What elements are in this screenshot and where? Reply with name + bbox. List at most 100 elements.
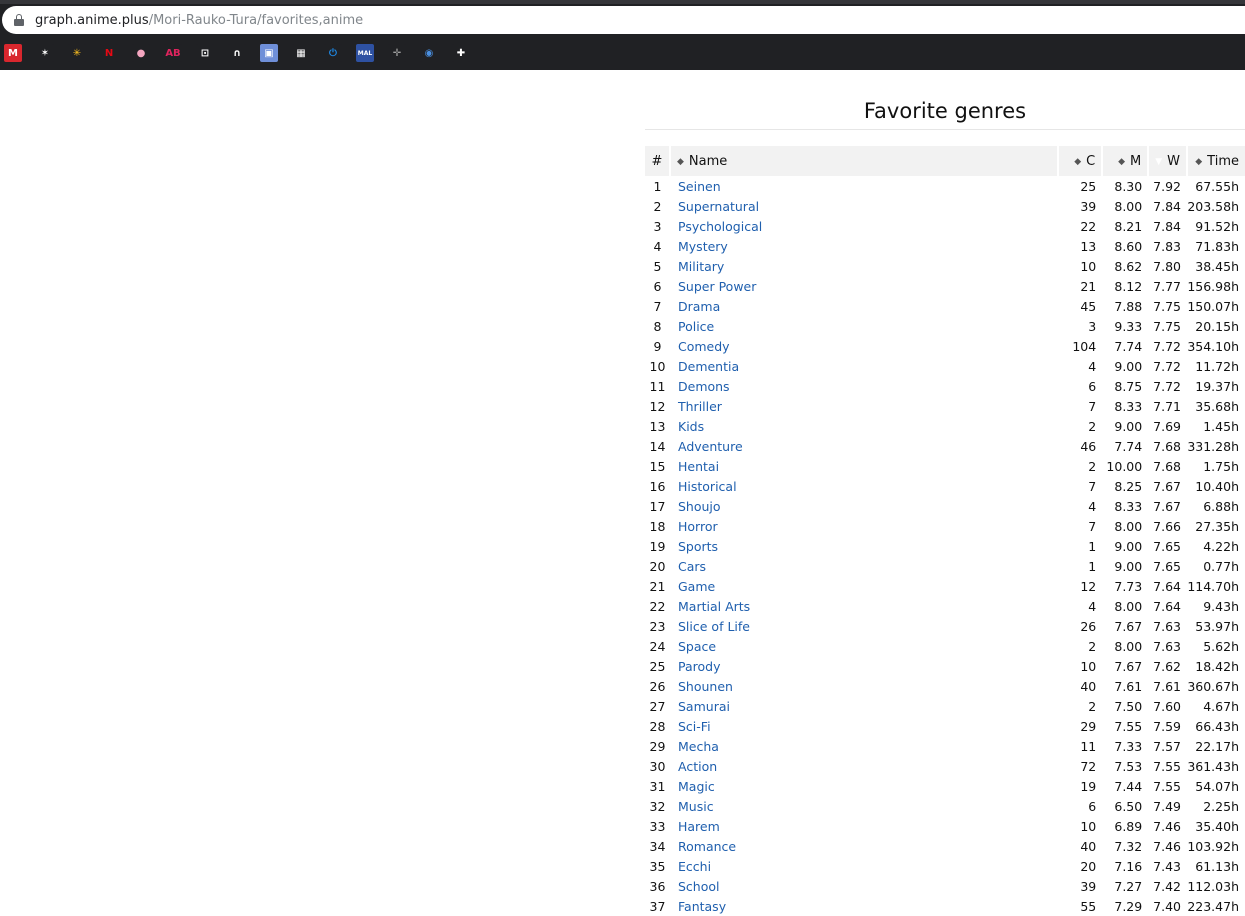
omnibox[interactable]: graph.anime.plus/Mori-Rauko-Tura/favorit… — [2, 6, 1245, 34]
genre-link[interactable]: Seinen — [670, 176, 1058, 196]
power-icon[interactable]: ⏻ — [324, 44, 342, 62]
genre-link[interactable]: Sci-Fi — [670, 716, 1058, 736]
row-mean: 7.67 — [1114, 618, 1143, 634]
genre-link[interactable]: Psychological — [670, 216, 1058, 236]
row-mean: 8.62 — [1114, 258, 1143, 274]
genre-link[interactable]: Slice of Life — [670, 616, 1058, 636]
genre-link[interactable]: Action — [670, 756, 1058, 776]
ab-icon[interactable]: AB — [164, 44, 182, 62]
genre-link[interactable]: Comedy — [670, 336, 1058, 356]
url-path: /Mori-Rauko-Tura/favorites,anime — [148, 12, 364, 28]
row-rank: 15 — [649, 458, 666, 474]
genre-link[interactable]: Super Power — [670, 276, 1058, 296]
netflix-icon[interactable]: N — [100, 44, 118, 62]
genre-link[interactable]: Mystery — [670, 236, 1058, 256]
genre-link[interactable]: Hentai — [670, 456, 1058, 476]
row-count: 10 — [1080, 258, 1097, 274]
row-weighted: 7.67 — [1153, 478, 1181, 494]
genre-link[interactable]: Game — [670, 576, 1058, 596]
row-rank: 17 — [649, 498, 666, 514]
genre-link[interactable]: Kids — [670, 416, 1058, 436]
genre-link[interactable]: Fantasy — [670, 896, 1058, 916]
column-header-weighted[interactable]: ▼ W — [1147, 146, 1187, 176]
genre-link[interactable]: Space — [670, 636, 1058, 656]
row-mean: 7.55 — [1114, 718, 1143, 734]
genre-link[interactable]: Supernatural — [670, 196, 1058, 216]
photo-app-icon[interactable]: ▣ — [260, 44, 278, 62]
genre-link[interactable]: Martial Arts — [670, 596, 1058, 616]
column-header-name[interactable]: ◆ Name — [668, 146, 1059, 176]
row-weighted: 7.80 — [1153, 258, 1181, 274]
row-weighted: 7.75 — [1153, 318, 1181, 334]
row-time: 150.07h — [1187, 298, 1239, 314]
row-rank: 19 — [649, 538, 666, 554]
genre-link[interactable]: Military — [670, 256, 1058, 276]
genre-link[interactable]: Adventure — [670, 436, 1058, 456]
genre-link[interactable]: Harem — [670, 816, 1058, 836]
row-weighted: 7.66 — [1153, 518, 1181, 534]
row-rank: 3 — [653, 218, 662, 234]
url-text[interactable]: graph.anime.plus/Mori-Rauko-Tura/favorit… — [35, 13, 363, 28]
row-weighted: 7.42 — [1153, 878, 1181, 894]
genre-link[interactable]: School — [670, 876, 1058, 896]
genre-link[interactable]: Police — [670, 316, 1058, 336]
row-count: 7 — [1088, 518, 1097, 534]
sort-desc-icon: ▼ — [1155, 156, 1163, 167]
row-weighted: 7.71 — [1153, 398, 1181, 414]
genre-link[interactable]: Thriller — [670, 396, 1058, 416]
walmart-spark-icon[interactable]: ✳ — [68, 44, 86, 62]
row-mean: 7.88 — [1114, 298, 1143, 314]
genre-link[interactable]: Music — [670, 796, 1058, 816]
column-header-count[interactable]: ◆ C — [1057, 146, 1103, 176]
mal-icon[interactable]: MAL — [356, 44, 374, 62]
row-time: 54.07h — [1195, 778, 1239, 794]
globe-icon[interactable]: ◉ — [420, 44, 438, 62]
space-invader-icon[interactable]: ✶ — [36, 44, 54, 62]
column-header-time[interactable]: ◆ Time — [1186, 146, 1245, 176]
row-time: 53.97h — [1195, 618, 1239, 634]
genre-link[interactable]: Romance — [670, 836, 1058, 856]
row-mean: 8.12 — [1114, 278, 1143, 294]
genre-link[interactable]: Samurai — [670, 696, 1058, 716]
brackets-icon[interactable]: ⊡ — [196, 44, 214, 62]
table-row: 29 Mecha 11 7.33 7.57 22.17h — [645, 736, 1245, 756]
genre-link[interactable]: Horror — [670, 516, 1058, 536]
table-row: 37 Fantasy 55 7.29 7.40 223.47h — [645, 896, 1245, 916]
genre-link[interactable]: Ecchi — [670, 856, 1058, 876]
headphones-icon[interactable]: ∩ — [228, 44, 246, 62]
row-mean: 8.60 — [1114, 238, 1143, 254]
film-strip-icon[interactable]: ▦ — [292, 44, 310, 62]
puzzle-extension-icon[interactable]: ✚ — [452, 44, 470, 62]
row-time: 354.10h — [1187, 338, 1239, 354]
table-row: 27 Samurai 2 7.50 7.60 4.67h — [645, 696, 1245, 716]
row-mean: 7.61 — [1114, 678, 1143, 694]
pink-blob-icon[interactable]: ● — [132, 44, 150, 62]
crosshair-icon[interactable]: ✛ — [388, 44, 406, 62]
row-mean: 8.33 — [1114, 498, 1143, 514]
genre-link[interactable]: Magic — [670, 776, 1058, 796]
genre-link[interactable]: Demons — [670, 376, 1058, 396]
genre-link[interactable]: Dementia — [670, 356, 1058, 376]
row-rank: 13 — [649, 418, 666, 434]
genre-link[interactable]: Historical — [670, 476, 1058, 496]
row-time: 18.42h — [1195, 658, 1239, 674]
genre-link[interactable]: Mecha — [670, 736, 1058, 756]
row-time: 38.45h — [1195, 258, 1239, 274]
lock-icon[interactable] — [14, 14, 24, 26]
table-row: 17 Shoujo 4 8.33 7.67 6.88h — [645, 496, 1245, 516]
genre-link[interactable]: Cars — [670, 556, 1058, 576]
genre-link[interactable]: Sports — [670, 536, 1058, 556]
row-rank: 16 — [649, 478, 666, 494]
row-weighted: 7.55 — [1153, 778, 1181, 794]
table-row: 6 Super Power 21 8.12 7.77 156.98h — [645, 276, 1245, 296]
mega-m-icon[interactable]: M — [4, 44, 22, 62]
url-host: graph.anime.plus — [35, 12, 149, 28]
row-time: 156.98h — [1187, 278, 1239, 294]
genre-link[interactable]: Drama — [670, 296, 1058, 316]
column-header-mean[interactable]: ◆ M — [1101, 146, 1149, 176]
genre-link[interactable]: Shounen — [670, 676, 1058, 696]
row-rank: 4 — [653, 238, 662, 254]
genre-link[interactable]: Parody — [670, 656, 1058, 676]
row-count: 11 — [1080, 738, 1097, 754]
genre-link[interactable]: Shoujo — [670, 496, 1058, 516]
